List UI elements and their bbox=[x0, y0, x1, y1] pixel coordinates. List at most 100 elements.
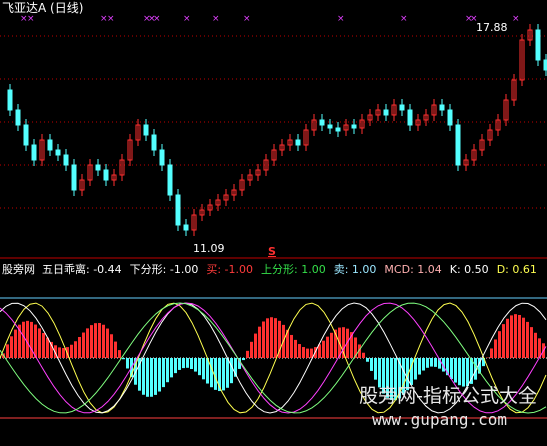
histogram-bar bbox=[330, 332, 333, 358]
histogram-bar bbox=[6, 344, 9, 358]
histogram-bar bbox=[82, 332, 85, 358]
histogram-bar bbox=[322, 340, 325, 358]
histogram-bar bbox=[422, 358, 425, 371]
low-price-label: 11.09 bbox=[193, 242, 225, 255]
candle-body bbox=[95, 164, 101, 171]
histogram-bar bbox=[194, 358, 197, 372]
candle-body bbox=[47, 139, 53, 151]
candle-body bbox=[399, 104, 405, 111]
signal-x-marker: × bbox=[243, 14, 251, 24]
candle-body bbox=[439, 104, 445, 111]
histogram-bar bbox=[162, 358, 165, 388]
candle-body bbox=[23, 124, 29, 146]
histogram-bar bbox=[526, 321, 529, 358]
histogram-bar bbox=[290, 334, 293, 358]
histogram-bar bbox=[122, 358, 125, 360]
high-price-label: 17.88 bbox=[476, 21, 508, 34]
signal-x-marker: × bbox=[153, 14, 161, 24]
histogram-bar bbox=[198, 358, 201, 376]
chart-canvas[interactable]: × × × × ××× × × × × × ×× × bbox=[0, 0, 547, 446]
candle-body bbox=[103, 169, 109, 181]
histogram-bar bbox=[150, 358, 153, 397]
histogram-bar bbox=[298, 344, 301, 358]
candle-body bbox=[175, 194, 181, 226]
histogram-bar bbox=[158, 358, 161, 392]
candle-body bbox=[55, 149, 61, 156]
histogram-bar bbox=[30, 321, 33, 358]
histogram-bar bbox=[26, 320, 29, 358]
candle-body bbox=[167, 164, 173, 196]
histogram-bar bbox=[214, 358, 217, 390]
signal-x-marker: × bbox=[400, 14, 408, 24]
histogram-bar bbox=[414, 358, 417, 380]
signal-x-marker: × bbox=[512, 14, 520, 24]
signal-x-marker: × bbox=[183, 14, 191, 24]
histogram-bar bbox=[74, 341, 77, 358]
indicator-values: 五日乖离: -0.44 下分形: -1.00 买: -1.00 上分形: 1.00 卖:… bbox=[42, 263, 545, 276]
indicator-item-3: 上分形: 1.00 bbox=[261, 263, 326, 276]
indicator-item-1: 下分形: -1.00 bbox=[129, 263, 199, 276]
histogram-bar bbox=[182, 358, 185, 369]
histogram-bar bbox=[274, 318, 277, 358]
histogram-bar bbox=[62, 348, 65, 358]
watermark-url: www.gupang.com bbox=[372, 410, 507, 429]
histogram-bar bbox=[110, 334, 113, 358]
histogram-bar bbox=[530, 327, 533, 358]
histogram-bar bbox=[146, 358, 149, 397]
histogram-bar bbox=[498, 331, 501, 358]
candle-body bbox=[455, 124, 461, 166]
histogram-bar bbox=[362, 352, 365, 358]
histogram-bar bbox=[250, 341, 253, 358]
histogram-bar bbox=[426, 358, 429, 368]
histogram-bar bbox=[178, 358, 181, 370]
histogram-bar bbox=[190, 358, 193, 370]
histogram-bar bbox=[418, 358, 421, 375]
candle-body bbox=[319, 119, 325, 126]
histogram-bar bbox=[70, 344, 73, 358]
histogram-bar bbox=[22, 321, 25, 358]
histogram-bar bbox=[258, 326, 261, 358]
histogram-bar bbox=[230, 358, 233, 384]
histogram-bar bbox=[266, 318, 269, 358]
candle-body bbox=[7, 89, 13, 111]
indicator-item-2: 买: -1.00 bbox=[206, 263, 254, 276]
histogram-bar bbox=[10, 336, 13, 358]
histogram-bar bbox=[154, 358, 157, 395]
histogram-bar bbox=[434, 358, 437, 367]
histogram-bar bbox=[374, 358, 377, 380]
histogram-bar bbox=[142, 358, 145, 395]
histogram-bar bbox=[430, 358, 433, 367]
watermark-title: 股旁网-指标公式大全 bbox=[359, 385, 537, 407]
histogram-bar bbox=[210, 358, 213, 388]
candle-body bbox=[535, 29, 541, 61]
histogram-bar bbox=[294, 339, 297, 358]
candle-body bbox=[159, 149, 165, 166]
indicator-item-0: 五日乖离: -0.44 bbox=[42, 263, 122, 276]
histogram-bar bbox=[114, 341, 117, 358]
candle-body bbox=[15, 109, 21, 126]
histogram-bar bbox=[502, 324, 505, 358]
histogram-bar bbox=[42, 332, 45, 358]
candle-body bbox=[351, 124, 357, 129]
histogram-bar bbox=[58, 347, 61, 358]
signal-x-marker: × bbox=[107, 14, 115, 24]
histogram-bar bbox=[510, 315, 513, 358]
candle-body bbox=[407, 109, 413, 126]
histogram-bar bbox=[262, 321, 265, 358]
histogram-bar bbox=[186, 358, 189, 368]
signal-x-marker: × bbox=[27, 14, 35, 24]
histogram-bar bbox=[302, 347, 305, 358]
signal-x-marker: × bbox=[212, 14, 220, 24]
histogram-bar bbox=[202, 358, 205, 380]
candle-body bbox=[151, 134, 157, 151]
histogram-bar bbox=[34, 324, 37, 358]
indicator-item-6: K: 0.50 bbox=[449, 263, 489, 276]
histogram-bar bbox=[46, 337, 49, 358]
histogram-bar bbox=[242, 358, 245, 361]
candle-body bbox=[327, 124, 333, 129]
histogram-bar bbox=[102, 324, 105, 358]
histogram-bar bbox=[450, 358, 453, 380]
histogram-bar bbox=[226, 358, 229, 388]
indicator-item-4: 卖: 1.00 bbox=[333, 263, 377, 276]
histogram-bar bbox=[494, 339, 497, 358]
